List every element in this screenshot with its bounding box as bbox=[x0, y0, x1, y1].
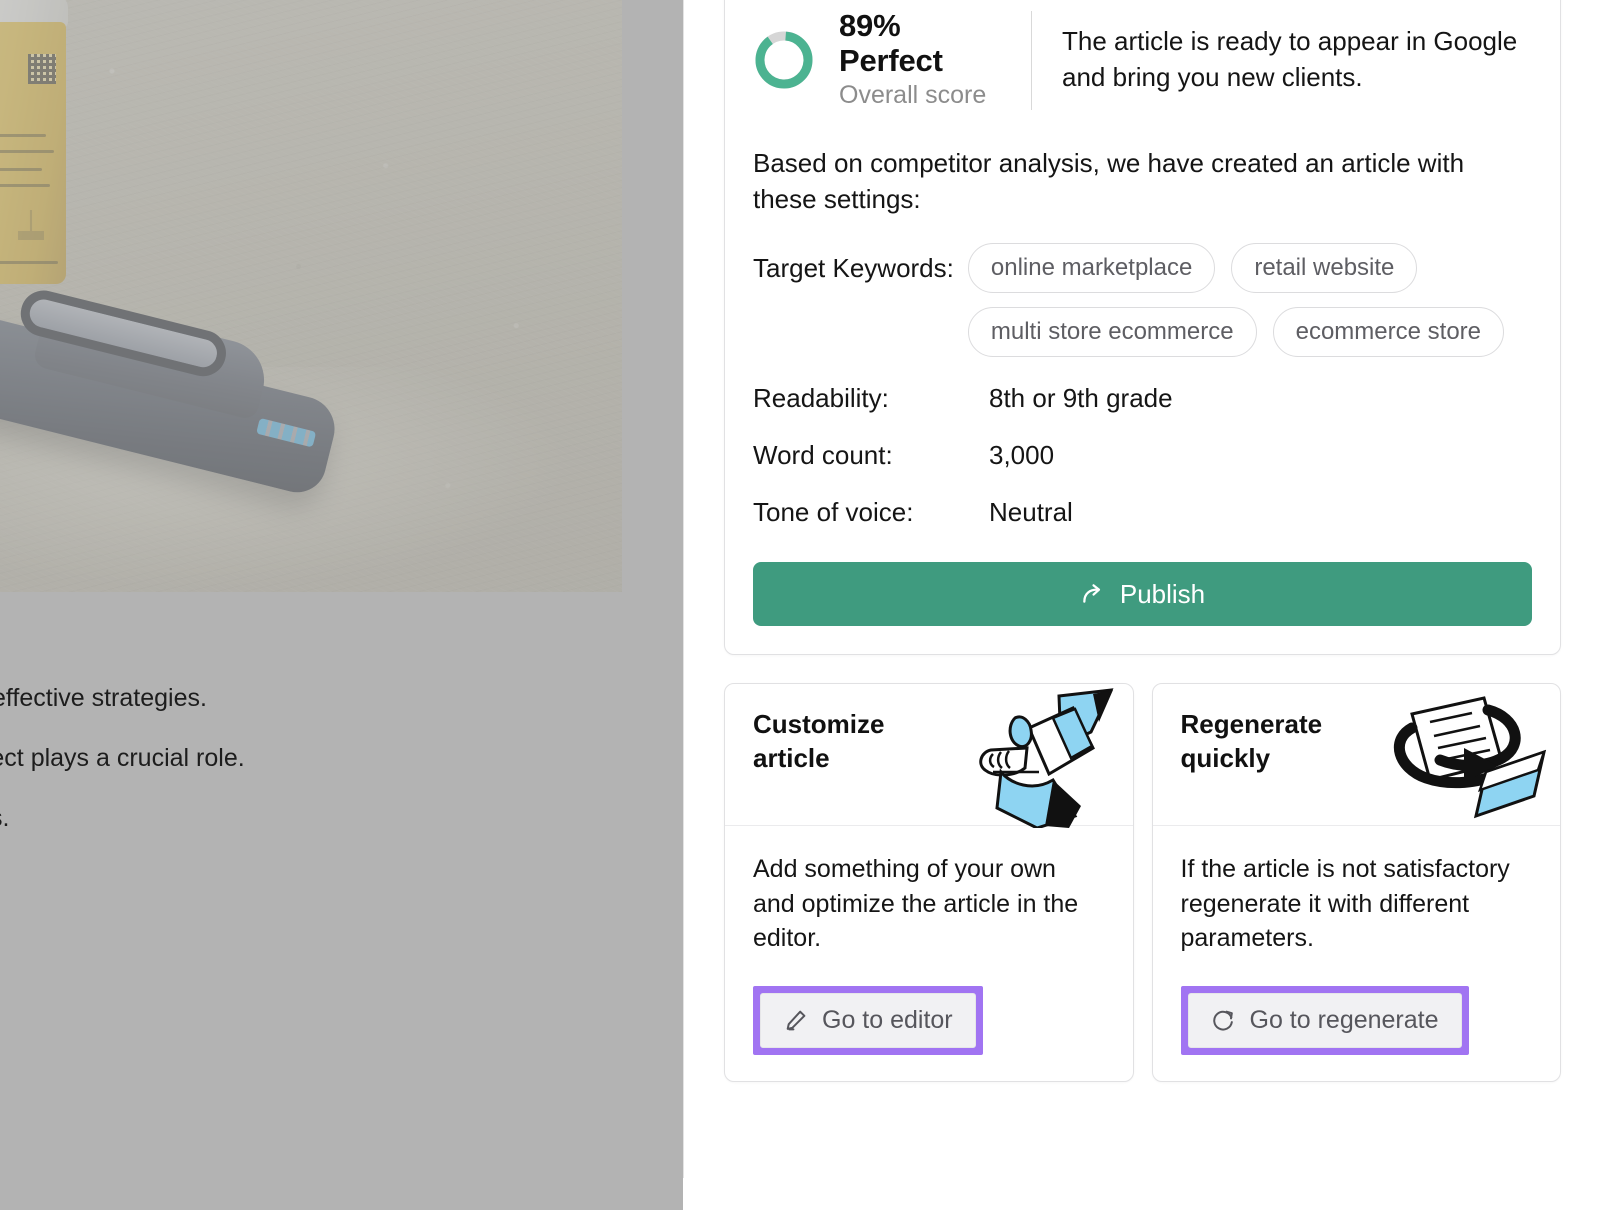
card-header: Regenerate quickly bbox=[1152, 684, 1560, 828]
keyword-pill[interactable]: ecommerce store bbox=[1272, 307, 1504, 358]
article-summary-card: 89% Perfect Overall score The article is… bbox=[724, 0, 1561, 656]
overall-score-row: 89% Perfect Overall score The article is… bbox=[753, 8, 1532, 130]
card-title: Regenerate quickly bbox=[1180, 709, 1323, 773]
article-hero-image bbox=[0, 0, 622, 592]
go-to-editor-highlight: Go to editor bbox=[753, 986, 983, 1056]
card-body: Add something of your own and optimize t… bbox=[725, 826, 1133, 1081]
spec-row-word-count: Word count: 3,000 bbox=[753, 440, 1532, 471]
spec-value: Neutral bbox=[989, 497, 1073, 528]
go-to-regenerate-button[interactable]: Go to regenerate bbox=[1187, 993, 1462, 1049]
spec-value: 8th or 9th grade bbox=[989, 383, 1173, 414]
score-title: 89% Perfect bbox=[839, 8, 943, 78]
page-backdrop: effective strategies. spect plays a cruc… bbox=[0, 0, 683, 1210]
panel-content: 89% Perfect Overall score The article is… bbox=[724, 0, 1561, 1083]
documents-refresh-illustration bbox=[1368, 688, 1554, 828]
spec-label: Word count: bbox=[753, 440, 893, 471]
screen: effective strategies. spect plays a cruc… bbox=[0, 0, 1600, 1210]
go-to-editor-label: Go to editor bbox=[822, 1006, 953, 1035]
spec-label: Tone of voice: bbox=[753, 497, 914, 528]
pencil-icon bbox=[783, 1008, 808, 1033]
background-text-line: spect plays a crucial role. bbox=[0, 744, 245, 772]
refresh-icon bbox=[1211, 1008, 1236, 1033]
go-to-editor-button[interactable]: Go to editor bbox=[760, 993, 976, 1049]
card-description: Add something of your own and optimize t… bbox=[753, 855, 1079, 953]
share-arrow-icon bbox=[1080, 581, 1106, 607]
target-keywords-block: Target Keywords: online marketplace reta… bbox=[753, 243, 1532, 358]
backdrop-dim-veil bbox=[0, 0, 622, 592]
score-ring bbox=[753, 29, 815, 91]
hand-holding-pencil-illustration bbox=[941, 688, 1127, 829]
regenerate-quickly-card[interactable]: Regenerate quickly If the article is not… bbox=[1151, 683, 1561, 1083]
settings-intro-text: Based on competitor analysis, we have cr… bbox=[753, 147, 1465, 214]
go-to-regenerate-highlight: Go to regenerate bbox=[1180, 986, 1469, 1056]
keyword-pill[interactable]: retail website bbox=[1231, 243, 1418, 294]
customize-article-card[interactable]: Customize article Add something of your … bbox=[724, 683, 1134, 1083]
spec-label: Readability: bbox=[753, 383, 889, 414]
card-body: If the article is not satisfactory regen… bbox=[1153, 826, 1561, 1081]
action-cards-row: Customize article Add something of your … bbox=[724, 683, 1561, 1083]
card-description: If the article is not satisfactory regen… bbox=[1180, 855, 1510, 953]
target-keywords-list: online marketplace retail website multi … bbox=[967, 243, 1528, 358]
article-result-panel: 89% Perfect Overall score The article is… bbox=[683, 0, 1600, 1178]
background-text-line: s. bbox=[0, 804, 10, 832]
publish-button[interactable]: Publish bbox=[753, 562, 1532, 627]
publish-button-label: Publish bbox=[1119, 578, 1206, 609]
spec-value: 3,000 bbox=[989, 440, 1055, 471]
spec-row-readability: Readability: 8th or 9th grade bbox=[753, 383, 1532, 414]
score-texts: 89% Perfect Overall score bbox=[839, 8, 1005, 112]
spec-row-tone-of-voice: Tone of voice: Neutral bbox=[753, 497, 1532, 528]
score-divider bbox=[1031, 11, 1032, 110]
card-header: Customize article bbox=[725, 684, 1133, 829]
score-subtitle: Overall score bbox=[839, 81, 987, 110]
score-description: The article is ready to appear in Google… bbox=[1062, 26, 1518, 93]
background-text-line: effective strategies. bbox=[0, 684, 207, 712]
score-ring-icon bbox=[755, 31, 813, 89]
target-keywords-label: Target Keywords: bbox=[753, 253, 954, 284]
go-to-regenerate-label: Go to regenerate bbox=[1249, 1006, 1439, 1035]
card-title: Customize article bbox=[753, 709, 885, 773]
keyword-pill[interactable]: online marketplace bbox=[967, 243, 1216, 294]
keyword-pill[interactable]: multi store ecommerce bbox=[967, 307, 1257, 358]
